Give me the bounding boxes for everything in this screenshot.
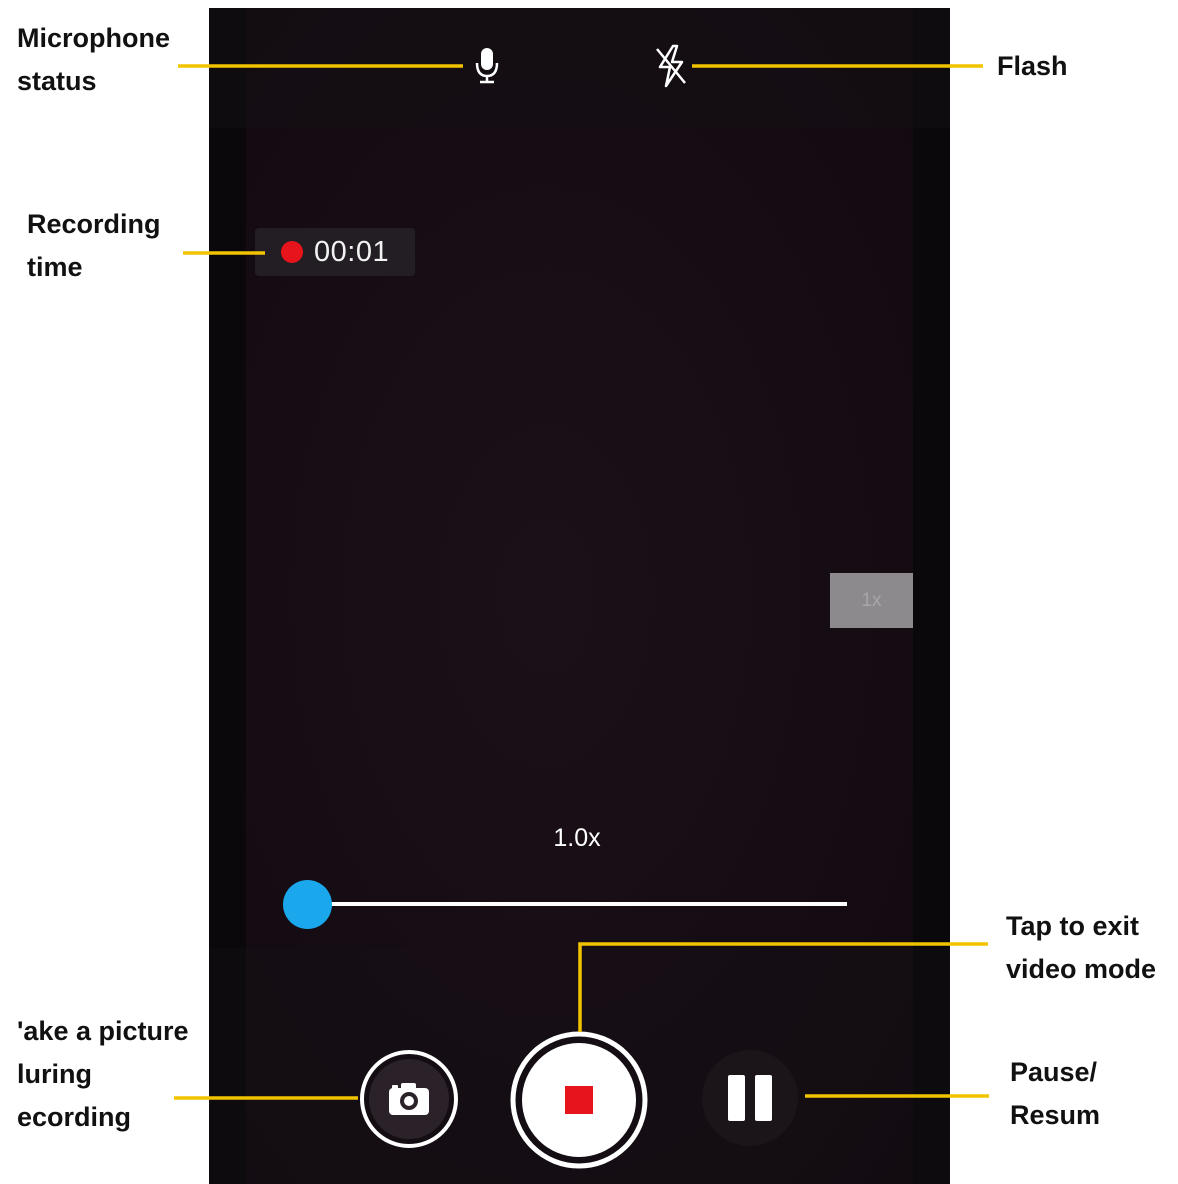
annotation-text: ecording — [17, 1102, 132, 1132]
annotation-text: time — [27, 252, 83, 282]
annotation-text: Microphone — [17, 23, 170, 53]
annotation-text: luring — [17, 1059, 92, 1089]
leader-line-exit-video — [578, 942, 988, 1032]
annotation-text: Flash — [997, 51, 1068, 81]
annotation-text: status — [17, 66, 97, 96]
annotation-microphone-status: Microphone status — [17, 17, 170, 103]
callout-leader-lines — [174, 64, 989, 1100]
annotation-text: Pause/ — [1010, 1057, 1098, 1087]
annotation-text: Recording — [27, 209, 161, 239]
annotation-take-picture: 'ake a picture luring ecording — [17, 1010, 189, 1139]
annotation-exit-video-mode: Tap to exit video mode — [1006, 905, 1156, 991]
annotation-pause-resume: Pause/ Resum — [1010, 1051, 1100, 1137]
annotation-text: 'ake a picture — [17, 1016, 189, 1046]
annotation-recording-time: Recording time — [27, 203, 161, 289]
annotation-text: Resum — [1010, 1100, 1101, 1130]
annotation-text: Tap to exit — [1006, 911, 1140, 941]
annotation-flash: Flash — [997, 45, 1068, 88]
annotation-text: video mode — [1006, 954, 1157, 984]
